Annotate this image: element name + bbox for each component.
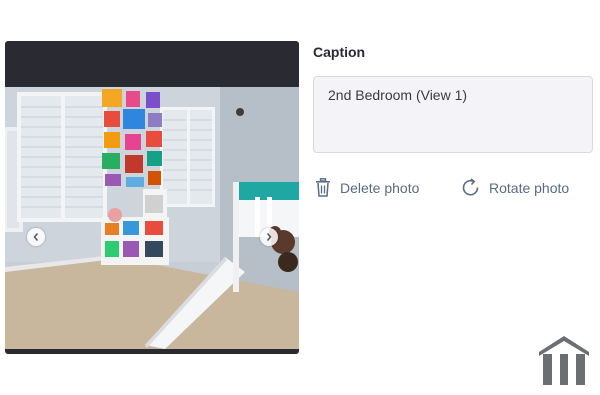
caption-input[interactable]: 2nd Bedroom (View 1) xyxy=(313,76,593,153)
bedroom-photo xyxy=(5,87,299,349)
rotate-photo-button[interactable]: Rotate photo xyxy=(461,178,569,197)
next-photo-button[interactable] xyxy=(260,228,278,246)
rotate-icon xyxy=(462,178,479,196)
caption-label: Caption xyxy=(313,44,366,60)
delete-photo-label: Delete photo xyxy=(340,179,420,196)
photo-viewer xyxy=(5,41,299,354)
photo-edit-panel: Caption 2nd Bedroom (View 1) Delete phot… xyxy=(0,0,600,395)
rotate-photo-label: Rotate photo xyxy=(489,179,570,196)
trash-icon xyxy=(316,178,330,197)
previous-photo-button[interactable] xyxy=(27,228,45,246)
chevron-right-icon xyxy=(266,233,272,241)
chevron-left-icon xyxy=(33,233,39,241)
delete-photo-button[interactable]: Delete photo xyxy=(315,178,419,197)
house-logo-icon xyxy=(539,336,589,385)
